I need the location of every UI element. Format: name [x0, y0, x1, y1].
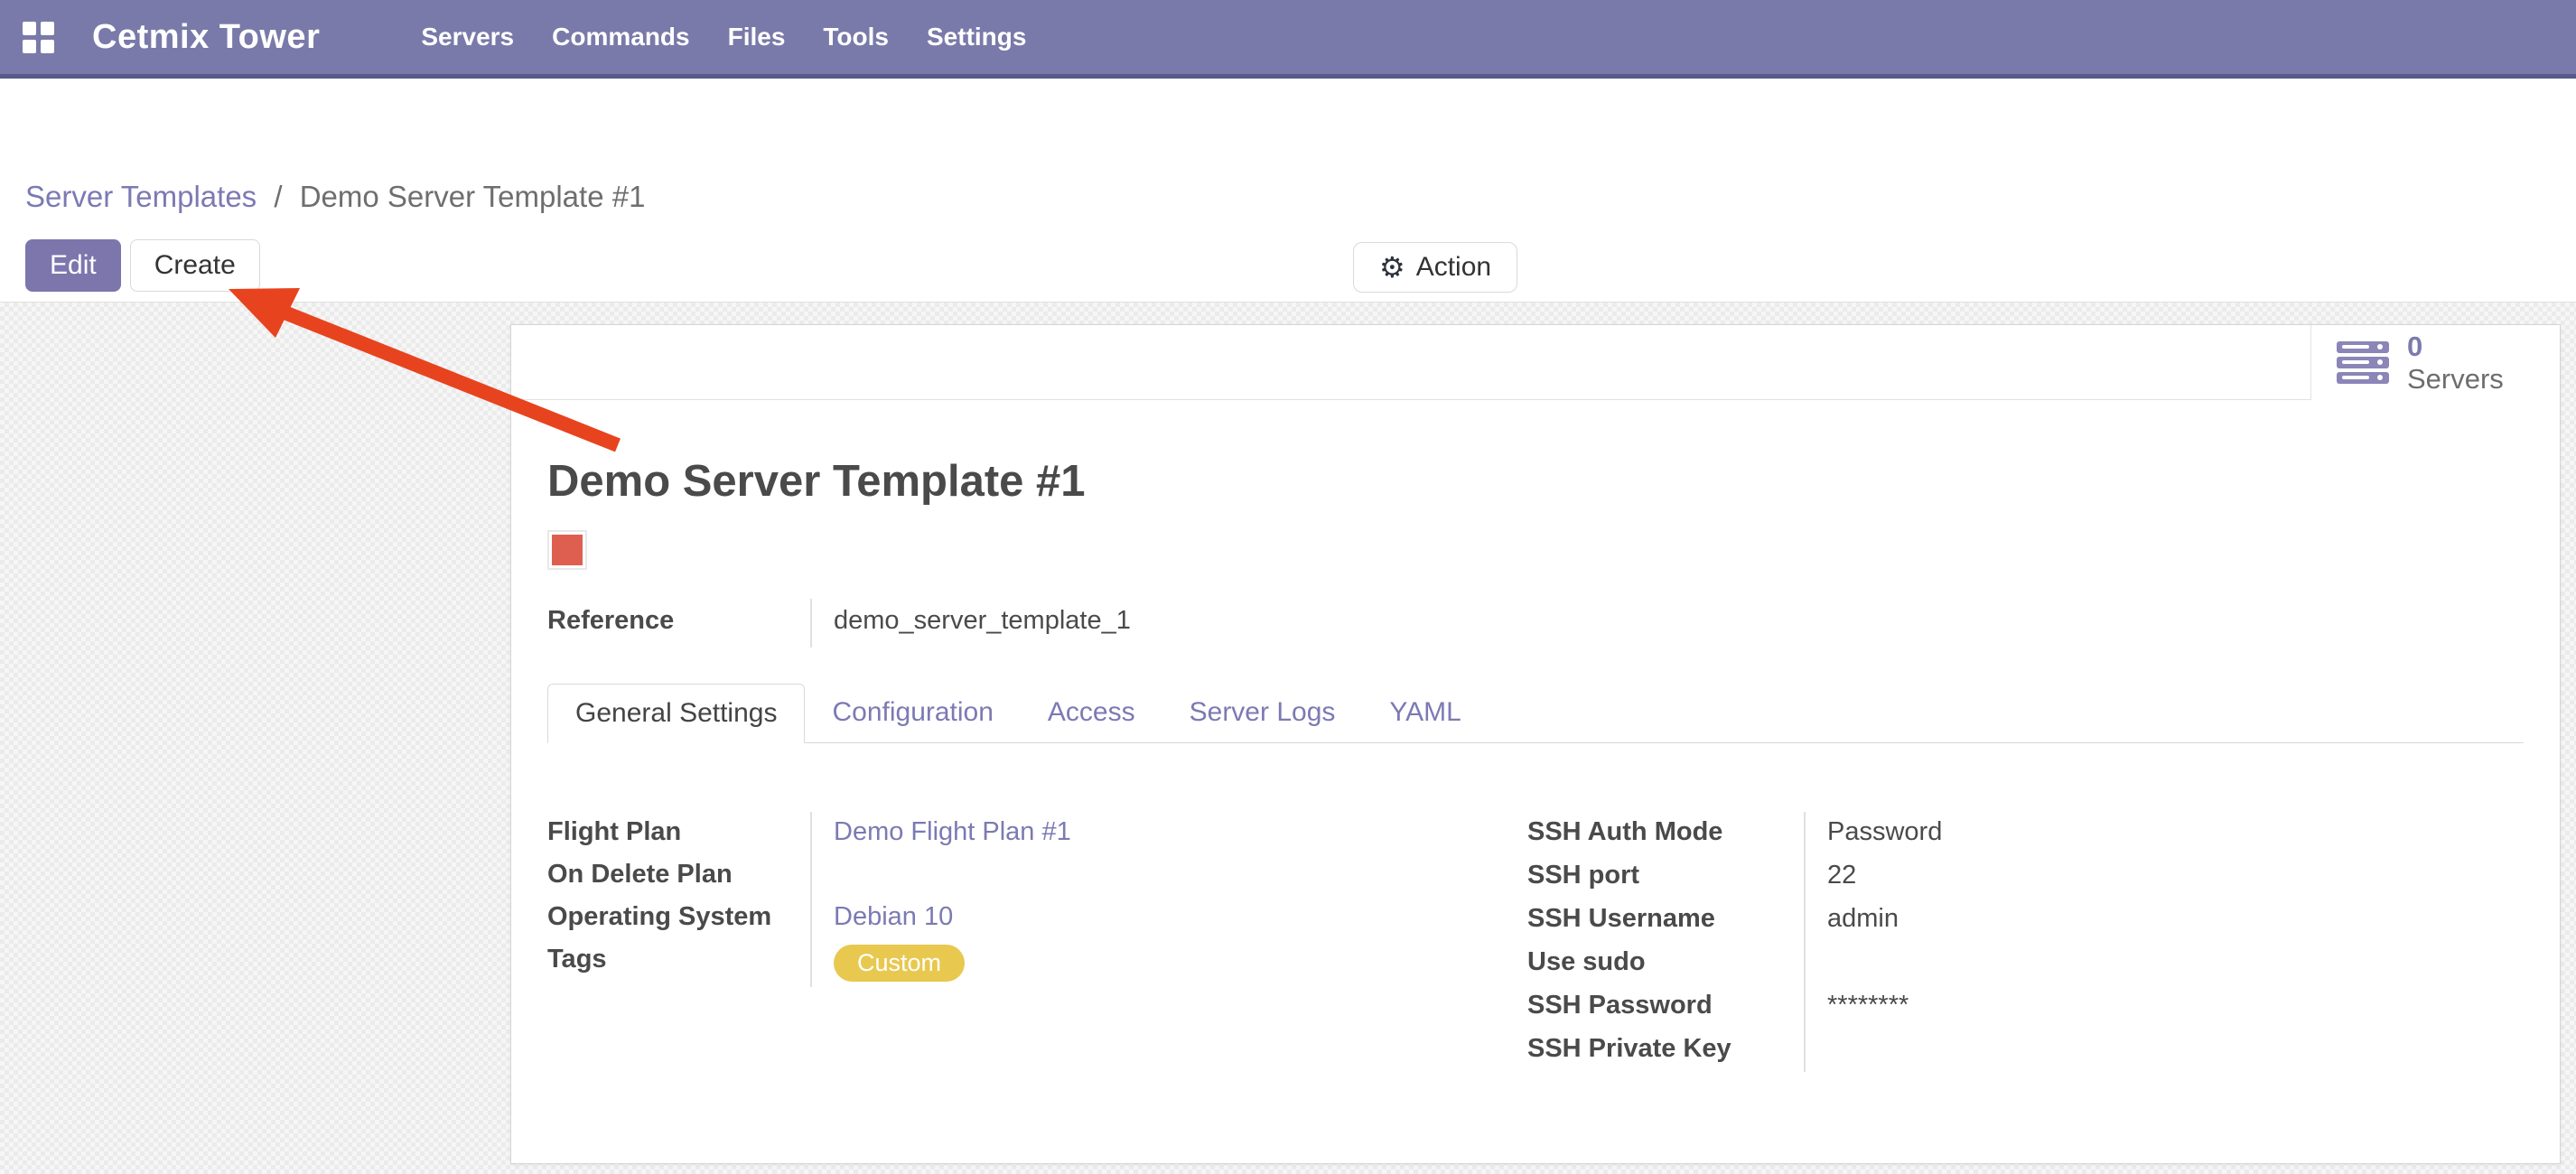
tab-server-logs[interactable]: Server Logs — [1162, 684, 1363, 743]
flight-plan-label: Flight Plan — [547, 812, 810, 847]
ssh-private-key-label: SSH Private Key — [1527, 1029, 1804, 1064]
field-row-ssh-private-key: SSH Private Key — [1527, 1029, 2524, 1072]
field-row-use-sudo: Use sudo — [1527, 942, 2524, 985]
apps-grid-icon[interactable] — [23, 22, 54, 53]
ssh-password-label: SSH Password — [1527, 985, 1804, 1020]
form-buttons: Edit Create — [25, 239, 260, 292]
ssh-private-key-value — [1804, 1029, 2524, 1072]
main-menu: Servers Commands Files Tools Settings — [421, 23, 1026, 51]
ssh-password-value: ******** — [1804, 985, 2524, 1029]
breadcrumb-separator: / — [265, 180, 291, 213]
tab-access[interactable]: Access — [1021, 684, 1162, 743]
field-row-operating-system: Operating System Debian 10 — [547, 897, 1527, 939]
general-settings-groups: Flight Plan Demo Flight Plan #1 On Delet… — [547, 812, 2524, 1072]
tags-label: Tags — [547, 939, 810, 974]
tag-badge-custom: Custom — [834, 945, 965, 982]
servers-count: 0 — [2407, 331, 2504, 363]
form-view-background: 0 Servers Demo Server Template #1 Refere… — [0, 302, 2576, 1174]
field-row-flight-plan: Flight Plan Demo Flight Plan #1 — [547, 812, 1527, 854]
ssh-auth-mode-label: SSH Auth Mode — [1527, 812, 1804, 847]
action-button[interactable]: ⚙ Action — [1353, 242, 1517, 293]
ssh-username-value: admin — [1804, 899, 2524, 942]
tab-general-settings[interactable]: General Settings — [547, 684, 805, 743]
record-title: Demo Server Template #1 — [547, 456, 2524, 507]
field-row-on-delete-plan: On Delete Plan — [547, 854, 1527, 897]
on-delete-plan-value — [810, 854, 1527, 897]
reference-label: Reference — [547, 599, 810, 648]
brand-title[interactable]: Cetmix Tower — [92, 18, 320, 57]
operating-system-label: Operating System — [547, 897, 810, 932]
servers-stack-icon — [2337, 341, 2389, 384]
servers-count-label: Servers — [2407, 363, 2504, 396]
color-swatch-frame — [547, 530, 587, 570]
reference-value: demo_server_template_1 — [810, 599, 2524, 648]
form-sheet-card: 0 Servers Demo Server Template #1 Refere… — [510, 324, 2561, 1164]
flight-plan-value-link[interactable]: Demo Flight Plan #1 — [834, 817, 1071, 846]
notebook-tabs: General Settings Configuration Access Se… — [547, 684, 2524, 743]
operating-system-value-link[interactable]: Debian 10 — [834, 902, 953, 931]
edit-button[interactable]: Edit — [25, 239, 121, 292]
breadcrumb-current: Demo Server Template #1 — [300, 180, 646, 213]
top-navbar: Cetmix Tower Servers Commands Files Tool… — [0, 0, 2576, 79]
menu-item-commands[interactable]: Commands — [552, 23, 689, 51]
left-field-group: Flight Plan Demo Flight Plan #1 On Delet… — [547, 812, 1527, 1072]
ssh-username-label: SSH Username — [1527, 899, 1804, 934]
ssh-port-label: SSH port — [1527, 855, 1804, 890]
menu-item-servers[interactable]: Servers — [421, 23, 514, 51]
on-delete-plan-label: On Delete Plan — [547, 854, 810, 890]
reference-field-row: Reference demo_server_template_1 — [547, 599, 2524, 648]
use-sudo-value — [1804, 942, 2524, 985]
breadcrumb-parent-link[interactable]: Server Templates — [25, 180, 257, 213]
menu-item-settings[interactable]: Settings — [927, 23, 1026, 51]
tab-configuration[interactable]: Configuration — [805, 684, 1020, 743]
gear-icon: ⚙ — [1379, 253, 1405, 282]
menu-item-tools[interactable]: Tools — [823, 23, 889, 51]
field-row-tags: Tags Custom — [547, 939, 1527, 987]
field-row-ssh-username: SSH Username admin — [1527, 899, 2524, 942]
field-row-ssh-password: SSH Password ******** — [1527, 985, 2524, 1029]
menu-item-files[interactable]: Files — [728, 23, 786, 51]
breadcrumb: Server Templates / Demo Server Template … — [25, 180, 645, 214]
ssh-auth-mode-value: Password — [1804, 812, 2524, 855]
servers-stat-button[interactable]: 0 Servers — [2310, 325, 2560, 400]
field-row-ssh-port: SSH port 22 — [1527, 855, 2524, 899]
color-swatch — [552, 535, 583, 565]
control-panel: Server Templates / Demo Server Template … — [0, 79, 2576, 302]
form-sheet: Demo Server Template #1 Reference demo_s… — [511, 400, 2560, 1072]
right-field-group: SSH Auth Mode Password SSH port 22 SSH U… — [1527, 812, 2524, 1072]
ssh-port-value: 22 — [1804, 855, 2524, 899]
action-button-label: Action — [1416, 252, 1491, 283]
button-box-row: 0 Servers — [511, 325, 2560, 400]
tab-yaml[interactable]: YAML — [1362, 684, 1488, 743]
use-sudo-label: Use sudo — [1527, 942, 1804, 977]
create-button[interactable]: Create — [130, 239, 260, 292]
field-row-ssh-auth-mode: SSH Auth Mode Password — [1527, 812, 2524, 855]
